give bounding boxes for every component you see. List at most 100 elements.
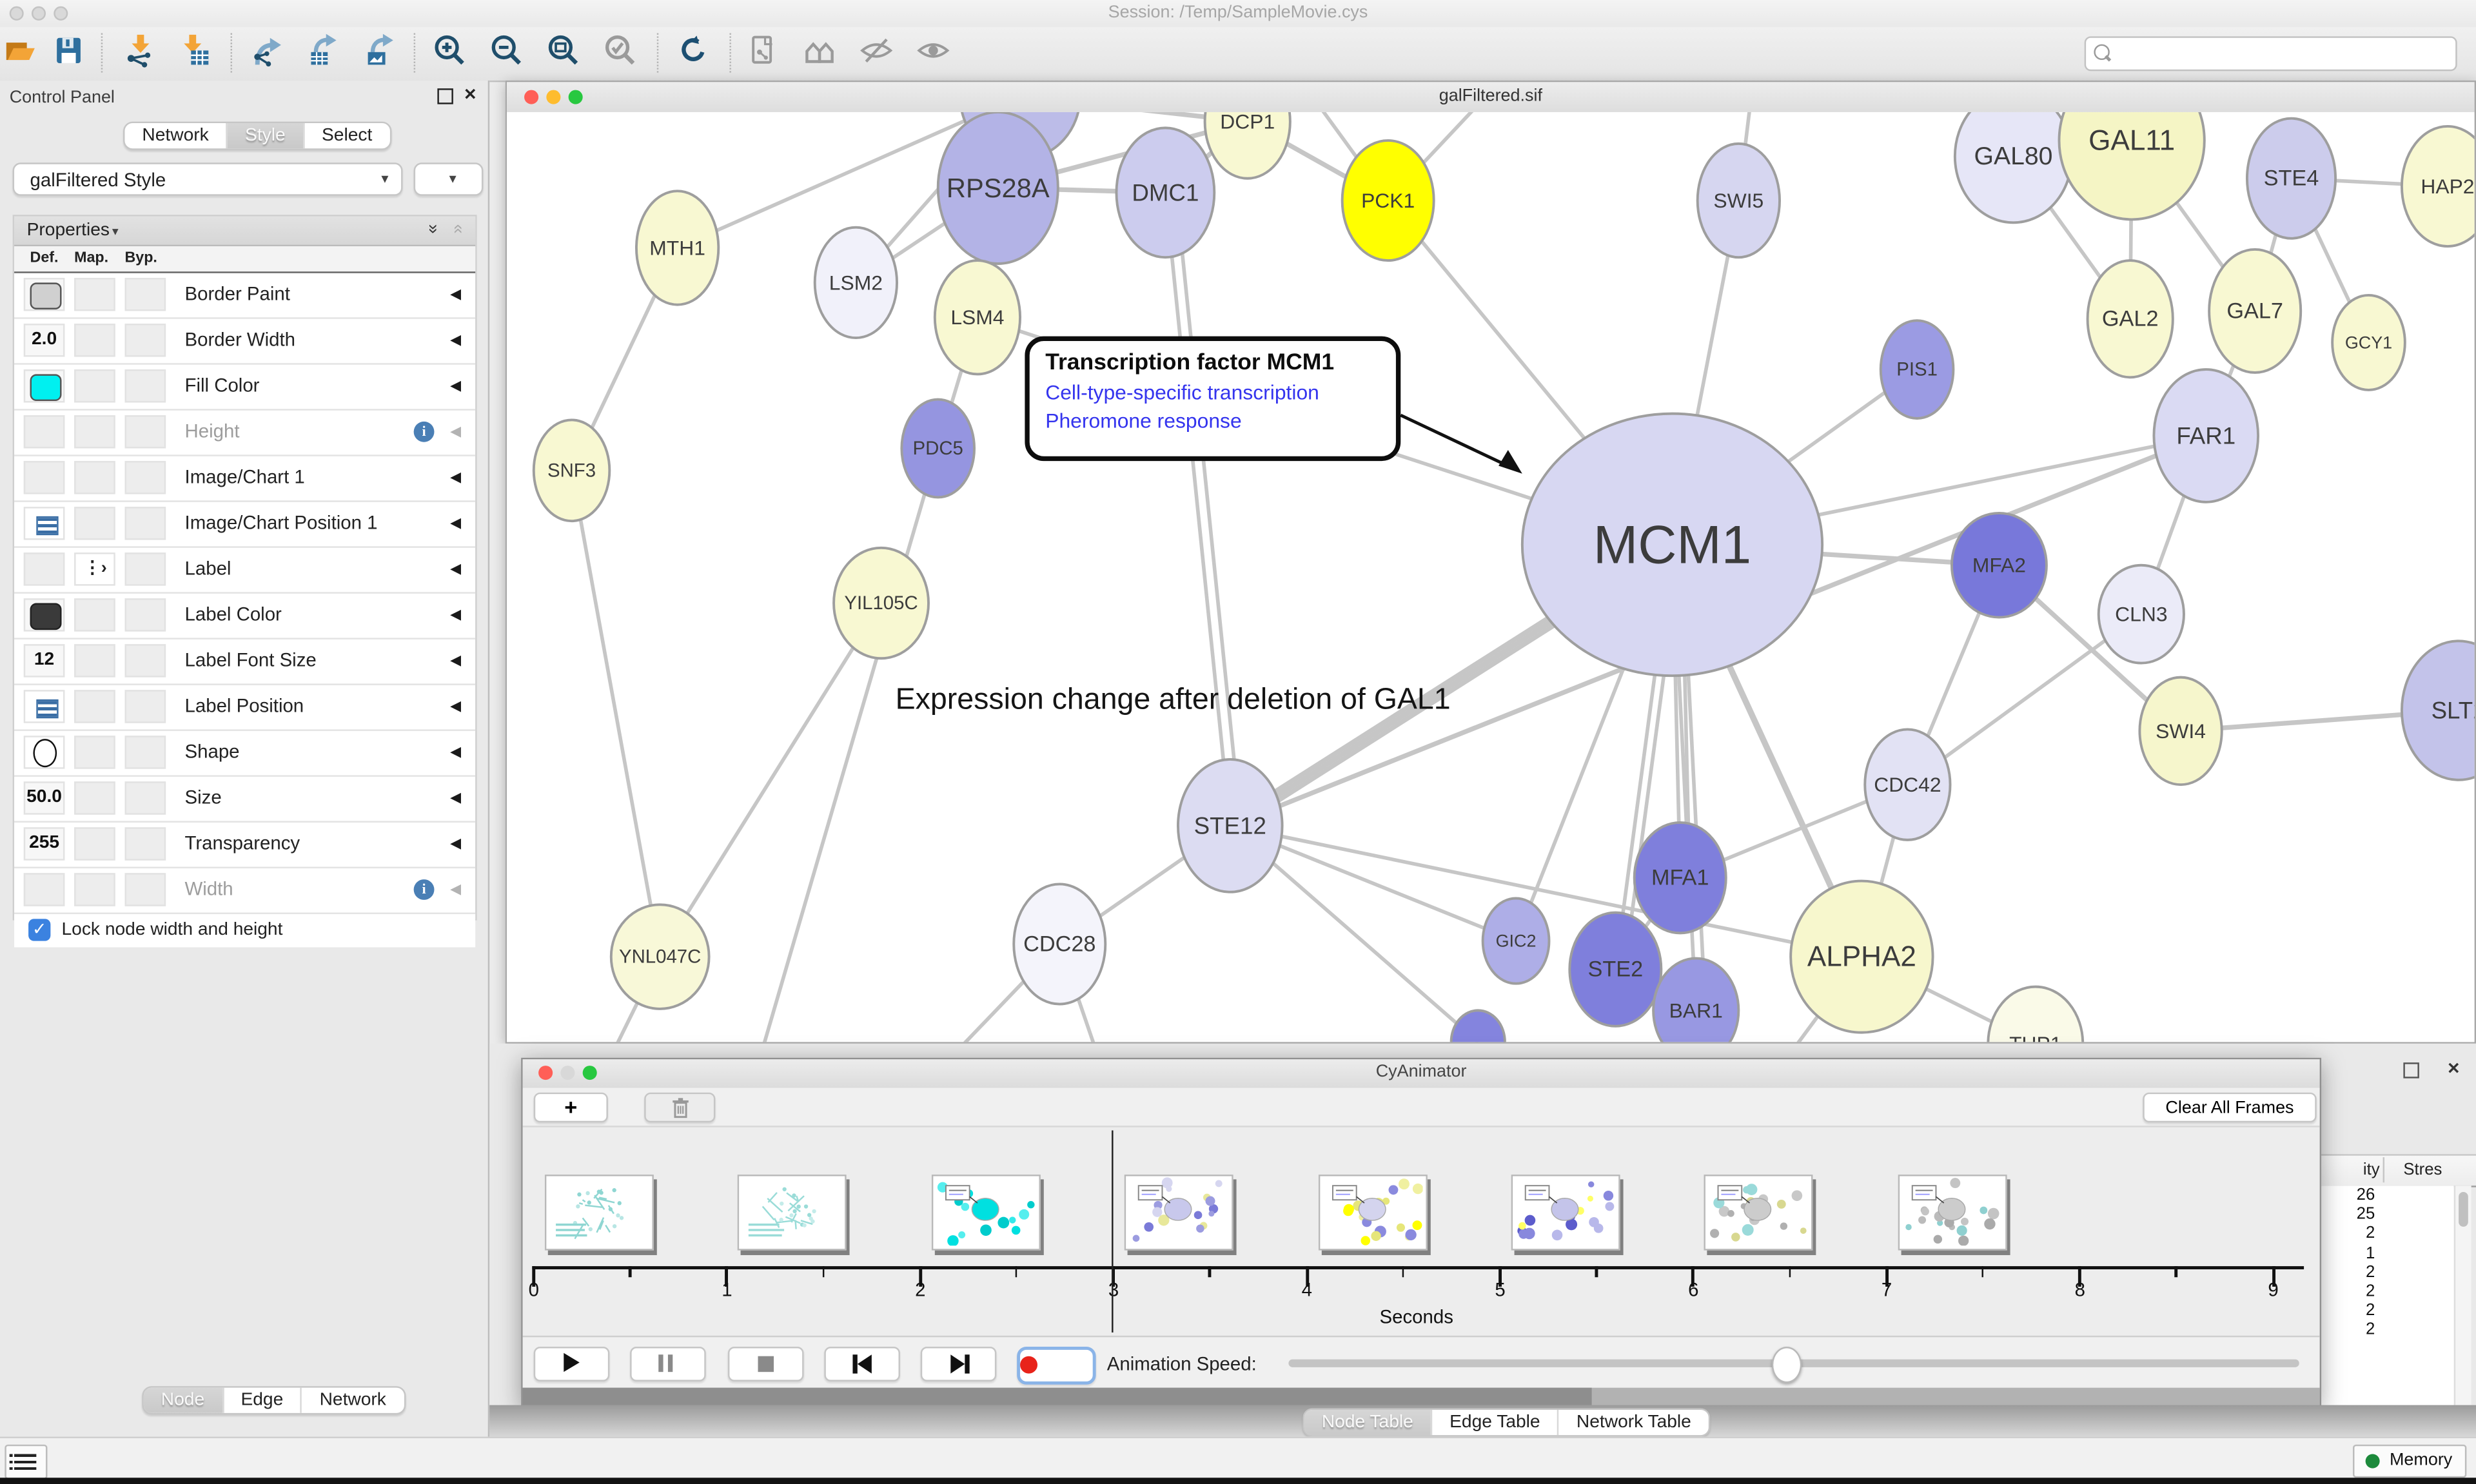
mapping-cell[interactable] [74,324,115,356]
network-node-TUP1[interactable]: TUP1 [1988,987,2083,1042]
network-node-PIS1[interactable]: PIS1 [1881,320,1954,418]
mapping-cell[interactable] [74,827,115,860]
table-tab-node-table[interactable]: Node Table [1304,1410,1431,1435]
first-neighbors-icon[interactable] [802,33,840,74]
default-cell[interactable] [24,507,65,540]
tab-style[interactable]: Style [226,123,303,148]
property-row-border-paint[interactable]: Border Paint◀ [14,273,475,319]
open-session-icon[interactable] [3,33,41,74]
table-tab-network-table[interactable]: Network Table [1558,1410,1709,1435]
property-row-image-chart-position-1[interactable]: Image/Chart Position 1◀ [14,502,475,548]
property-row-border-width[interactable]: 2.0Border Width◀ [14,319,475,365]
default-cell[interactable] [24,736,65,768]
property-row-transparency[interactable]: 255Transparency◀ [14,823,475,868]
default-cell[interactable]: 50.0 [24,781,65,814]
zoom-fit-icon[interactable] [546,33,584,74]
table-cell-value[interactable]: 2 [2321,1263,2381,1282]
cyanimator-timeline[interactable]: 0123456789 Seconds [523,1126,2320,1337]
network-node-NB[interactable] [1451,1010,1505,1042]
mapping-cell[interactable] [74,781,115,814]
default-cell[interactable] [24,415,65,448]
zoom-selected-icon[interactable] [604,33,642,74]
network-node-SWI4[interactable]: SWI4 [2139,678,2221,785]
default-cell[interactable] [24,369,65,402]
lock-checkbox[interactable]: ✓ [28,919,50,941]
tab-select[interactable]: Select [303,123,390,148]
default-cell[interactable] [24,552,65,585]
network-node-CLN3[interactable]: CLN3 [2099,565,2184,663]
table-tab-edge-table[interactable]: Edge Table [1431,1410,1558,1435]
previous-frame-button[interactable] [824,1347,900,1381]
mapping-cell[interactable] [74,644,115,677]
property-row-label-position[interactable]: Label Position◀ [14,685,475,731]
network-node-GAL11[interactable]: GAL11 [2059,112,2204,220]
bypass-cell[interactable] [124,873,166,906]
network-node-SWI5[interactable]: SWI5 [1698,144,1780,257]
mapping-cell[interactable]: ⋮› [74,552,115,585]
default-cell[interactable] [24,690,65,723]
expand-property-icon[interactable]: ◀ [450,594,461,636]
mapping-cell[interactable] [74,507,115,540]
delete-frame-button[interactable] [644,1093,715,1123]
expand-property-icon[interactable]: ◀ [450,823,461,865]
record-button[interactable] [1017,1347,1096,1385]
expand-property-icon[interactable]: ◀ [450,319,461,362]
frame-thumbnail-0s[interactable] [545,1175,654,1251]
bypass-cell[interactable] [124,415,166,448]
expand-all-icon[interactable]: » [423,224,442,234]
zoom-out-icon[interactable] [489,33,527,74]
cyanimator-scrollbar[interactable] [523,1388,2320,1405]
network-node-STE4[interactable]: STE4 [2247,119,2335,239]
expand-property-icon[interactable]: ◀ [450,731,461,774]
cyanimator-titlebar[interactable]: CyAnimator [523,1059,2320,1089]
frame-thumbnail-4s[interactable] [1318,1175,1427,1251]
network-node-MFA2[interactable]: MFA2 [1952,513,2047,618]
network-node-GAL80[interactable]: GAL80 [1955,112,2072,222]
network-node-LSM4[interactable]: LSM4 [935,260,1020,374]
bypass-cell[interactable] [124,598,166,631]
network-node-BAR1[interactable]: BAR1 [1653,959,1738,1042]
play-button[interactable] [534,1347,610,1381]
mapping-cell[interactable] [74,415,115,448]
annotation-link-2[interactable]: Pheromone response [1045,409,1380,433]
float-table-panel-icon[interactable] [2403,1062,2419,1083]
network-node-RPS28A[interactable]: RPS28A [938,112,1058,264]
mapping-cell[interactable] [74,736,115,768]
save-session-icon[interactable] [52,33,90,74]
table-cell-value[interactable]: 2 [2321,1320,2381,1340]
network-canvas[interactable]: DCP1RPS28ADMC1PCK1MTH1LSM2LSM4SNF3PDC5YI… [507,112,2474,1042]
bypass-cell[interactable] [124,461,166,494]
default-cell[interactable]: 255 [24,827,65,860]
memory-button[interactable]: Memory [2353,1445,2467,1478]
expression-annotation-text[interactable]: Expression change after deletion of GAL1 [896,682,1451,716]
export-table-icon[interactable] [306,33,344,74]
bypass-cell[interactable] [124,781,166,814]
bypass-cell[interactable] [124,552,166,585]
import-table-icon[interactable] [179,33,217,74]
network-window-titlebar[interactable]: galFiltered.sif [507,82,2474,113]
default-cell[interactable] [24,598,65,631]
expand-property-icon[interactable]: ◀ [450,548,461,591]
expand-property-icon[interactable]: ◀ [450,685,461,728]
frame-thumbnail-7s[interactable] [1898,1175,2007,1251]
network-node-GCY1[interactable]: GCY1 [2332,295,2405,390]
expand-property-icon[interactable]: ◀ [450,273,461,316]
table-column-headers[interactable]: ity Stres [2321,1154,2476,1187]
clear-all-frames-button[interactable]: Clear All Frames [2143,1093,2316,1123]
info-icon[interactable]: i [414,422,435,442]
network-node-DMC1[interactable]: DMC1 [1116,128,1214,257]
refresh-layout-icon[interactable] [676,33,714,74]
table-cell-value[interactable]: 2 [2321,1282,2381,1302]
tab-network[interactable]: Network [124,123,226,148]
network-node-CDC28[interactable]: CDC28 [1014,884,1105,1004]
bypass-cell[interactable] [124,644,166,677]
show-all-icon[interactable] [916,33,954,74]
network-node-HAP2[interactable]: HAP2 [2402,126,2475,246]
close-panel-icon[interactable]: ✕ [464,88,477,104]
property-row-label-font-size[interactable]: 12Label Font Size◀ [14,639,475,685]
network-node-MFA1[interactable]: MFA1 [1635,823,1726,933]
property-row-shape[interactable]: Shape◀ [14,731,475,777]
bypass-cell[interactable] [124,736,166,768]
mapping-cell[interactable] [74,278,115,311]
bypass-cell[interactable] [124,278,166,311]
